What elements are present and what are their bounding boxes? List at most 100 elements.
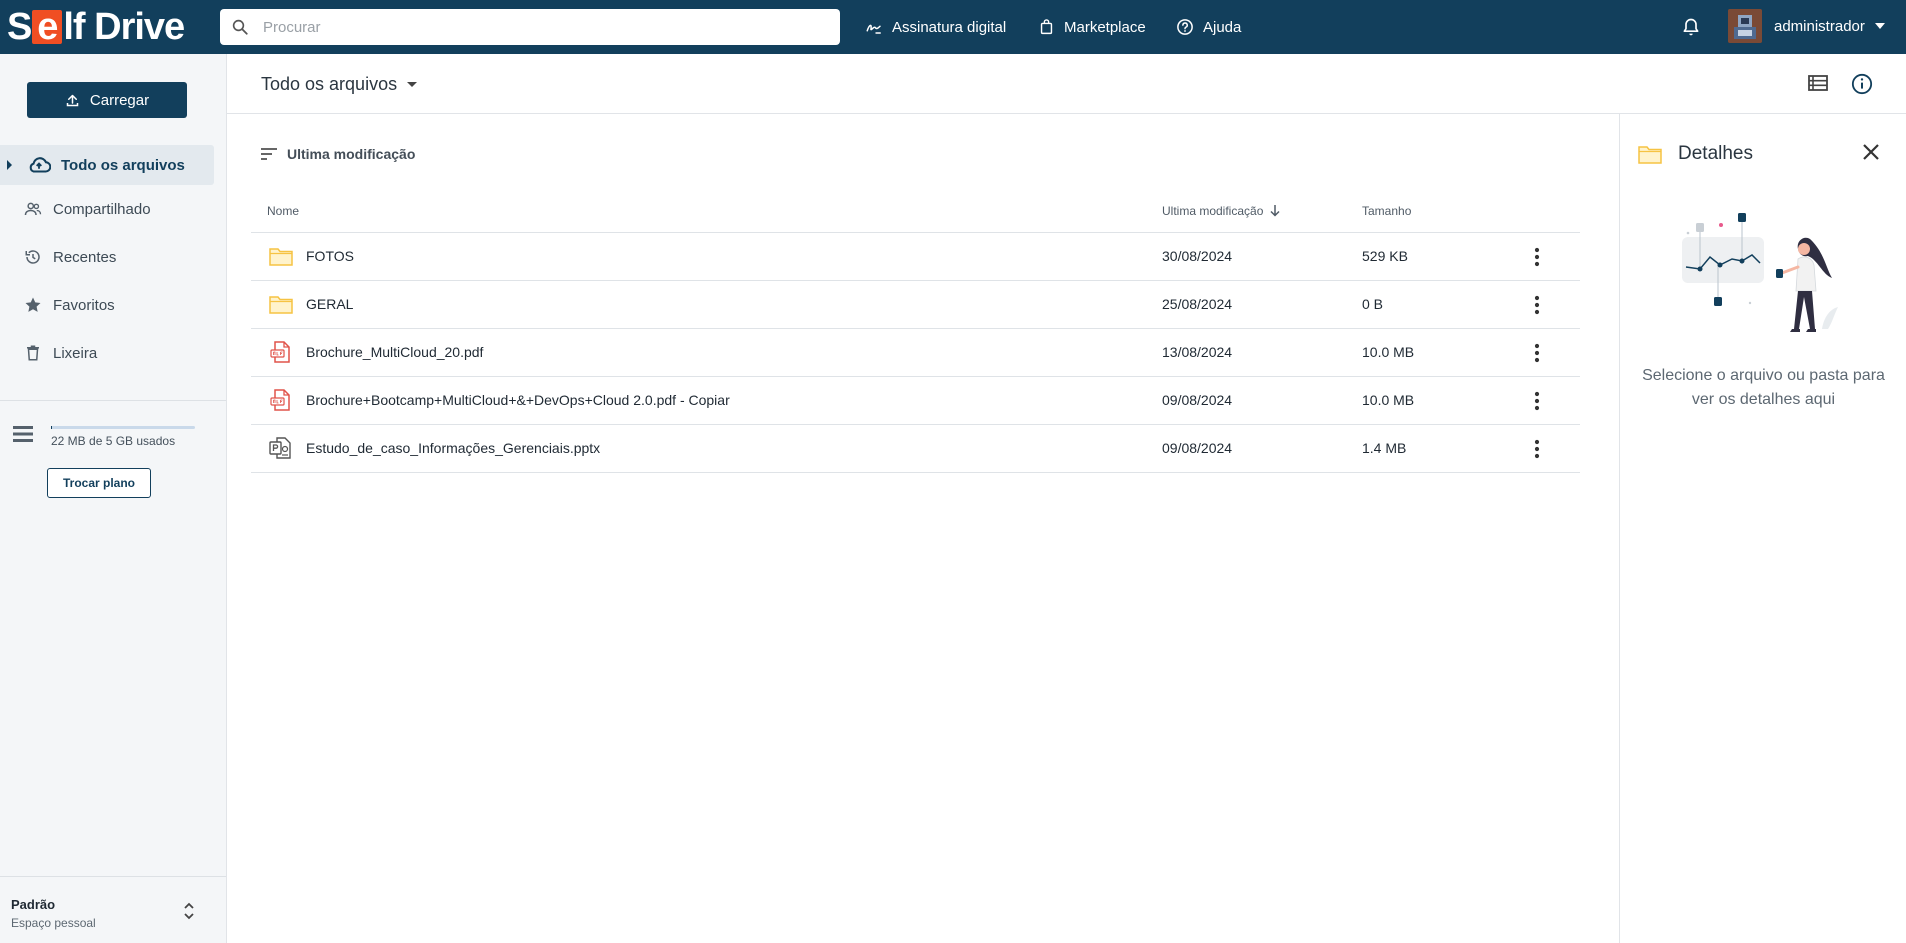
file-modified-date: 13/08/2024: [1162, 344, 1233, 360]
list-view-icon[interactable]: [1808, 74, 1828, 92]
file-size: 529 KB: [1362, 248, 1408, 264]
more-vert-icon[interactable]: [1534, 295, 1540, 315]
nav-marketplace[interactable]: Marketplace: [1038, 0, 1146, 54]
empty-details-illustration: [1682, 213, 1838, 332]
signature-icon: [866, 24, 881, 34]
details-title: Detalhes: [1678, 143, 1753, 164]
more-vert-icon[interactable]: [1534, 439, 1540, 459]
top-bar: Self Drive Assinatura digital Marketplac…: [0, 0, 1906, 54]
file-size: 10.0 MB: [1362, 392, 1415, 408]
sort-label: Ultima modificação: [287, 146, 416, 162]
logo-text-start: S: [7, 5, 32, 48]
logo-text-end: lf Drive: [63, 5, 185, 48]
folder-icon: [269, 248, 293, 266]
column-header-size[interactable]: Tamanho: [1362, 204, 1411, 218]
details-panel: Detalhes Selecione o arquivo ou pasta pa…: [1619, 114, 1906, 943]
file-name[interactable]: Estudo_de_caso_Informações_Gerenciais.pp…: [306, 440, 600, 456]
pdf-file-icon: [270, 341, 290, 363]
search-input[interactable]: [263, 18, 823, 36]
sidebar-item-label: Favoritos: [53, 296, 115, 314]
nav-digital-signature-label: Assinatura digital: [892, 18, 1007, 36]
sort-icon: [261, 148, 277, 160]
sort-control[interactable]: Ultima modificação: [261, 146, 415, 162]
main-header: Todo os arquivos: [227, 54, 1906, 114]
column-header-modified-label: Ultima modificação: [1162, 204, 1264, 218]
info-icon[interactable]: [1851, 73, 1873, 95]
storage-progress-bar: [51, 426, 195, 429]
file-name[interactable]: Brochure+Bootcamp+MultiCloud+&+DevOps+Cl…: [306, 392, 730, 408]
pdf-file-icon: [270, 389, 290, 411]
column-header-name[interactable]: Nome: [267, 204, 299, 218]
nav-help-label: Ajuda: [1203, 18, 1242, 36]
table-row[interactable]: Estudo_de_caso_Informações_Gerenciais.pp…: [251, 425, 1580, 473]
people-icon: [24, 202, 42, 216]
table-row[interactable]: Brochure+Bootcamp+MultiCloud+&+DevOps+Cl…: [251, 377, 1580, 425]
column-header-modified[interactable]: Ultima modificação: [1162, 204, 1280, 218]
close-icon[interactable]: [1862, 143, 1880, 161]
details-empty-message: Selecione o arquivo ou pasta para ver os…: [1642, 367, 1885, 408]
avatar: [1728, 9, 1762, 43]
username: administrador: [1774, 17, 1865, 35]
nav-help[interactable]: Ajuda: [1176, 0, 1241, 54]
notifications-bell-icon[interactable]: [1681, 16, 1701, 38]
table-header: Nome Ultima modificação Tamanho: [251, 193, 1580, 233]
pptx-file-icon: [269, 437, 291, 459]
more-vert-icon[interactable]: [1534, 343, 1540, 363]
storage-usage-text: 22 MB de 5 GB usados: [51, 434, 176, 448]
table-row[interactable]: Brochure_MultiCloud_20.pdf 13/08/2024 10…: [251, 329, 1580, 377]
file-size: 1.4 MB: [1362, 440, 1407, 456]
expand-arrow-icon[interactable]: [7, 160, 12, 170]
sidebar-item-trash[interactable]: Lixeira: [0, 333, 214, 373]
folder-icon: [1638, 146, 1662, 164]
help-icon: [1177, 19, 1193, 35]
caret-down-icon: [407, 82, 418, 87]
file-name[interactable]: Brochure_MultiCloud_20.pdf: [306, 344, 483, 360]
space-selector-title[interactable]: Padrão: [11, 897, 55, 912]
sidebar-item-recent[interactable]: Recentes: [0, 237, 214, 277]
upload-button-label: Carregar: [89, 91, 150, 109]
caret-down-icon: [1874, 23, 1885, 29]
cloud-upload-icon: [29, 157, 51, 173]
files-table: Nome Ultima modificação Tamanho FOTOS 30…: [251, 193, 1580, 473]
logo-text-accent: e: [32, 6, 63, 48]
more-vert-icon[interactable]: [1534, 391, 1540, 411]
sidebar-item-label: Lixeira: [53, 344, 98, 362]
file-modified-date: 09/08/2024: [1162, 392, 1233, 408]
file-name[interactable]: GERAL: [306, 296, 353, 312]
file-name[interactable]: FOTOS: [306, 248, 354, 264]
arrow-down-icon: [1270, 205, 1280, 217]
trash-icon: [27, 345, 39, 361]
nav-digital-signature[interactable]: Assinatura digital: [865, 0, 1006, 54]
file-size: 0 B: [1362, 296, 1384, 312]
app-logo[interactable]: Se lf Drive: [7, 5, 185, 48]
table-row[interactable]: GERAL 25/08/2024 0 B: [251, 281, 1580, 329]
shopping-bag-icon: [1040, 19, 1053, 35]
file-size: 10.0 MB: [1362, 344, 1415, 360]
search-box[interactable]: [220, 9, 840, 45]
search-icon: [232, 19, 248, 35]
file-modified-date: 25/08/2024: [1162, 296, 1233, 312]
sidebar-item-label: Compartilhado: [53, 200, 151, 218]
sidebar-item-label: Todo os arquivos: [61, 156, 185, 174]
file-modified-date: 30/08/2024: [1162, 248, 1233, 264]
storage-icon: [13, 426, 33, 442]
upload-button[interactable]: Carregar: [27, 82, 187, 118]
folder-icon: [269, 296, 293, 314]
sidebar-item-shared[interactable]: Compartilhado: [0, 189, 214, 229]
sidebar-item-favorites[interactable]: Favoritos: [0, 285, 214, 325]
space-selector-subtitle: Espaço pessoal: [11, 916, 96, 930]
sidebar-item-label: Recentes: [53, 248, 117, 266]
nav-marketplace-label: Marketplace: [1064, 18, 1146, 36]
current-folder-dropdown[interactable]: Todo os arquivos: [261, 74, 418, 95]
more-vert-icon[interactable]: [1534, 247, 1540, 267]
file-modified-date: 09/08/2024: [1162, 440, 1233, 456]
table-row[interactable]: FOTOS 30/08/2024 529 KB: [251, 233, 1580, 281]
page-title: Todo os arquivos: [261, 74, 398, 94]
unfold-chevron-icon[interactable]: [183, 901, 195, 921]
change-plan-button[interactable]: Trocar plano: [47, 468, 151, 498]
sidebar-bottom-divider: [0, 876, 226, 877]
sidebar: Carregar Todo os arquivos Compartilhado …: [0, 54, 227, 943]
sidebar-divider: [0, 400, 226, 401]
user-menu[interactable]: administrador: [1728, 9, 1885, 43]
sidebar-item-all-files[interactable]: Todo os arquivos: [0, 145, 214, 185]
